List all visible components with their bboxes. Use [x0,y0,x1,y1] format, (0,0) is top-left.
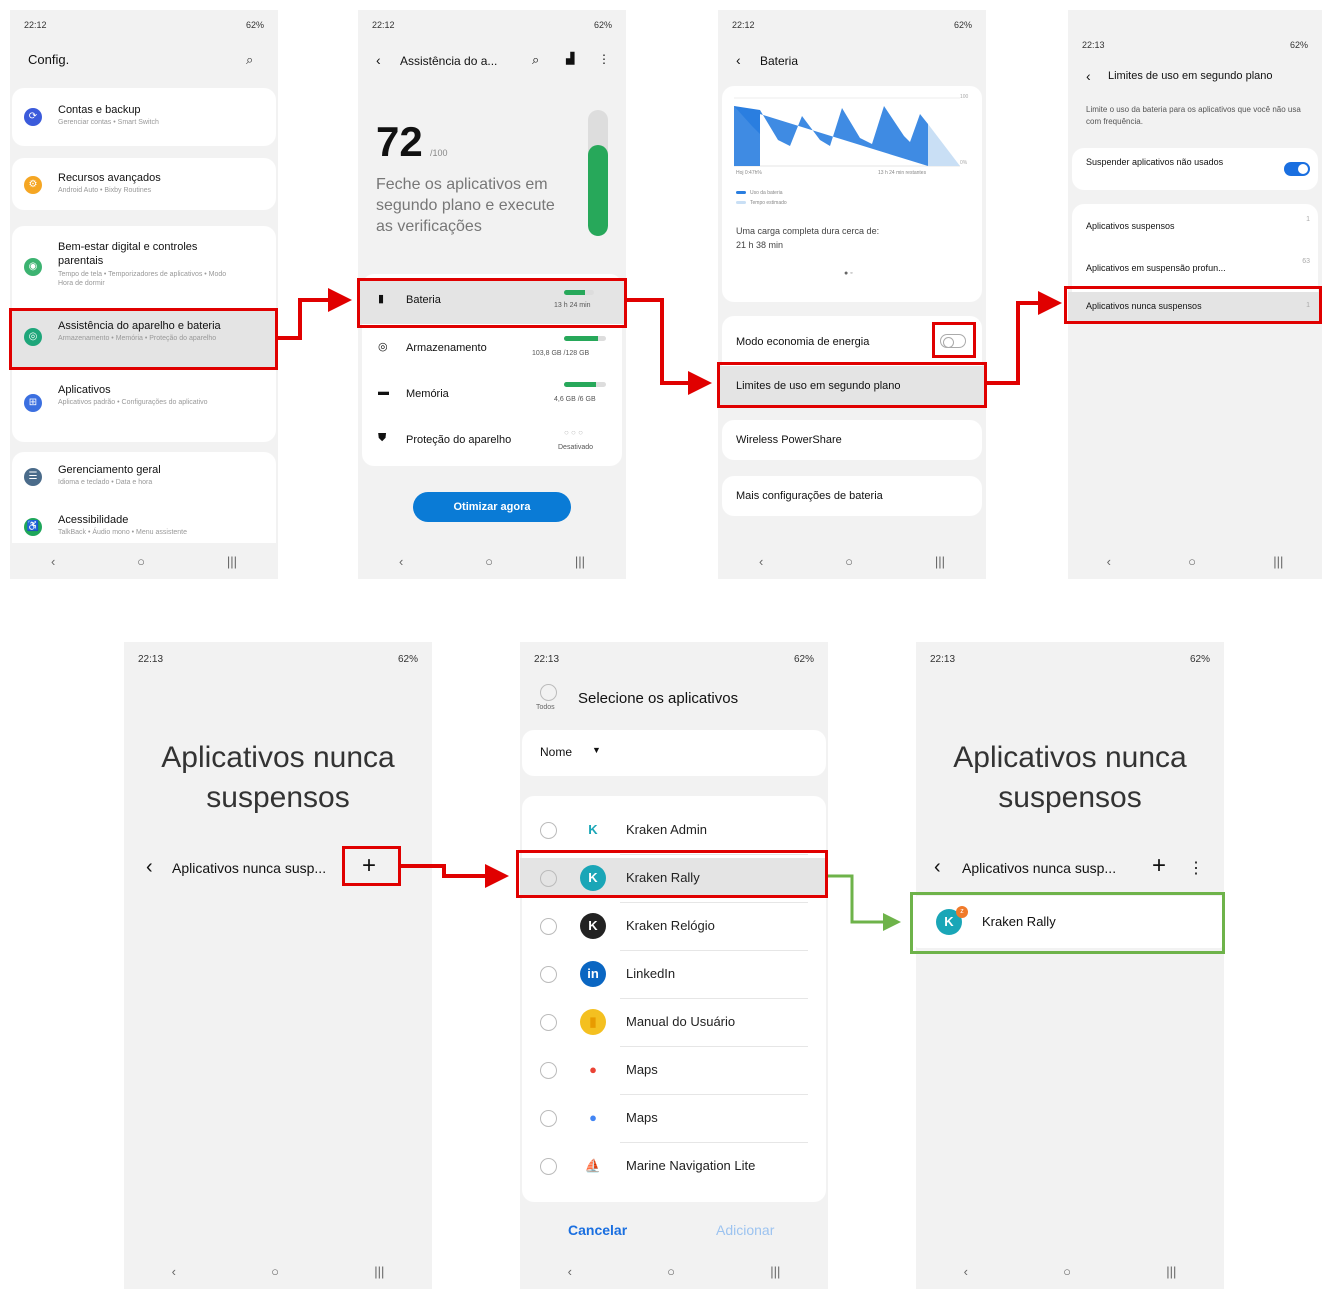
arrow-3 [987,291,1062,385]
arrow-1 [278,288,352,340]
arrow-2 [627,298,712,395]
arrow-4 [401,864,509,888]
arrow-5 [828,874,901,931]
flow-arrows [278,288,1062,931]
